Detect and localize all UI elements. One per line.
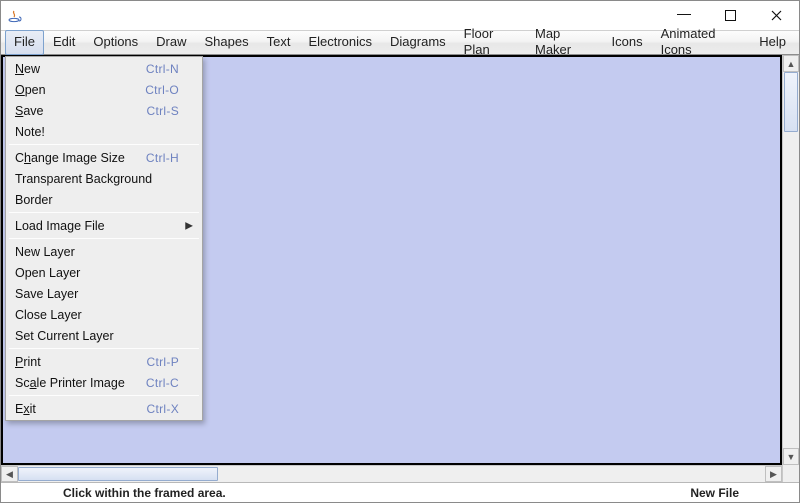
horizontal-scrollbar[interactable]: ◀ ▶ (1, 465, 782, 482)
file-menu-save[interactable]: Save Ctrl-S (7, 100, 201, 121)
horizontal-scroll-track[interactable] (18, 466, 765, 482)
menu-edit[interactable]: Edit (44, 30, 84, 55)
file-menu-border[interactable]: Border (7, 189, 201, 210)
menu-separator (9, 395, 199, 396)
scroll-left-button[interactable]: ◀ (1, 466, 18, 482)
menu-shapes[interactable]: Shapes (196, 30, 258, 55)
file-menu-save-layer[interactable]: Save Layer (7, 283, 201, 304)
menu-separator (9, 144, 199, 145)
menu-electronics[interactable]: Electronics (299, 30, 381, 55)
file-menu-open-layer[interactable]: Open Layer (7, 262, 201, 283)
scroll-right-button[interactable]: ▶ (765, 466, 782, 482)
menu-text[interactable]: Text (258, 30, 300, 55)
file-menu-change-image-size[interactable]: Change Image Size Ctrl-H (7, 147, 201, 168)
close-button[interactable] (753, 1, 799, 30)
file-menu-transparent-background[interactable]: Transparent Background (7, 168, 201, 189)
menu-icons[interactable]: Icons (603, 30, 652, 55)
scroll-down-button[interactable]: ▼ (783, 448, 799, 465)
statusbar: Click within the framed area. New File (1, 482, 799, 502)
file-menu-set-current-layer[interactable]: Set Current Layer (7, 325, 201, 346)
file-menu-close-layer[interactable]: Close Layer (7, 304, 201, 325)
menu-draw[interactable]: Draw (147, 30, 195, 55)
menu-separator (9, 212, 199, 213)
scroll-up-button[interactable]: ▲ (783, 55, 799, 72)
status-filename: New File (690, 486, 739, 500)
file-menu-scale-printer-image[interactable]: Scale Printer Image Ctrl-C (7, 372, 201, 393)
menu-separator (9, 238, 199, 239)
file-menu-print[interactable]: Print Ctrl-P (7, 351, 201, 372)
submenu-arrow-icon: ▶ (185, 220, 193, 231)
file-menu-new-layer[interactable]: New Layer (7, 241, 201, 262)
file-menu-exit[interactable]: Exit Ctrl-X (7, 398, 201, 419)
file-menu-open[interactable]: Open Ctrl-O (7, 79, 201, 100)
vertical-scroll-track[interactable] (783, 72, 799, 448)
file-menu-note[interactable]: Note! (7, 121, 201, 142)
menu-options[interactable]: Options (84, 30, 147, 55)
menu-help[interactable]: Help (750, 30, 795, 55)
menu-separator (9, 348, 199, 349)
menu-diagrams[interactable]: Diagrams (381, 30, 455, 55)
java-cup-icon (7, 8, 23, 24)
menubar: File Edit Options Draw Shapes Text Elect… (1, 31, 799, 55)
file-menu-dropdown: New Ctrl-N Open Ctrl-O Save Ctrl-S Note!… (5, 56, 203, 421)
file-menu-new[interactable]: New Ctrl-N (7, 58, 201, 79)
vertical-scroll-thumb[interactable] (784, 72, 798, 132)
vertical-scrollbar[interactable]: ▲ ▼ (782, 55, 799, 465)
status-message: Click within the framed area. (63, 486, 226, 500)
horizontal-scroll-thumb[interactable] (18, 467, 218, 481)
app-window: ― File Edit Options Draw Shapes Text Ele… (0, 0, 800, 503)
scroll-corner (782, 465, 799, 482)
menu-file[interactable]: File (5, 30, 44, 55)
file-menu-load-image-file[interactable]: Load Image File ▶ (7, 215, 201, 236)
